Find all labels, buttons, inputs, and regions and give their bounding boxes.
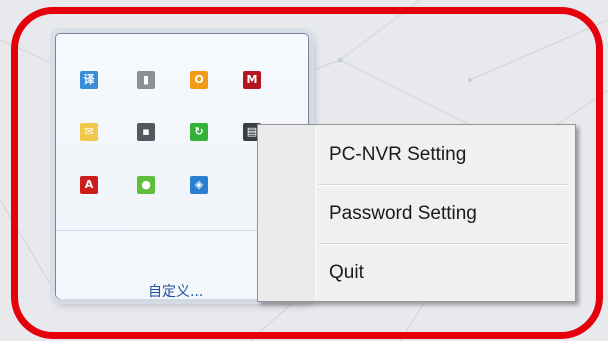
mail-envelope-icon[interactable]: ✉ bbox=[80, 123, 98, 141]
menu-item-quit[interactable]: Quit bbox=[316, 245, 567, 301]
context-menu: PC-NVR Setting Password Setting Quit bbox=[257, 124, 576, 302]
translate-app-icon[interactable]: 译 bbox=[80, 71, 98, 89]
wechat-icon[interactable]: ● bbox=[137, 176, 155, 194]
sync-arrows-icon[interactable]: ↻ bbox=[190, 123, 208, 141]
battery-check-icon[interactable]: ▮ bbox=[137, 71, 155, 89]
adobe-icon[interactable]: A bbox=[80, 176, 98, 194]
outlook-icon[interactable]: O bbox=[190, 71, 208, 89]
mcafee-shield-icon[interactable]: M bbox=[243, 71, 261, 89]
box-app-icon[interactable]: ◈ bbox=[190, 176, 208, 194]
menu-item-password-setting[interactable]: Password Setting bbox=[316, 186, 567, 242]
usb-device-icon[interactable]: ▪ bbox=[137, 123, 155, 141]
menu-item-pc-nvr-setting[interactable]: PC-NVR Setting bbox=[316, 127, 567, 183]
customize-link[interactable]: 自定义... bbox=[148, 281, 238, 301]
menu-icon-gutter bbox=[258, 125, 316, 301]
